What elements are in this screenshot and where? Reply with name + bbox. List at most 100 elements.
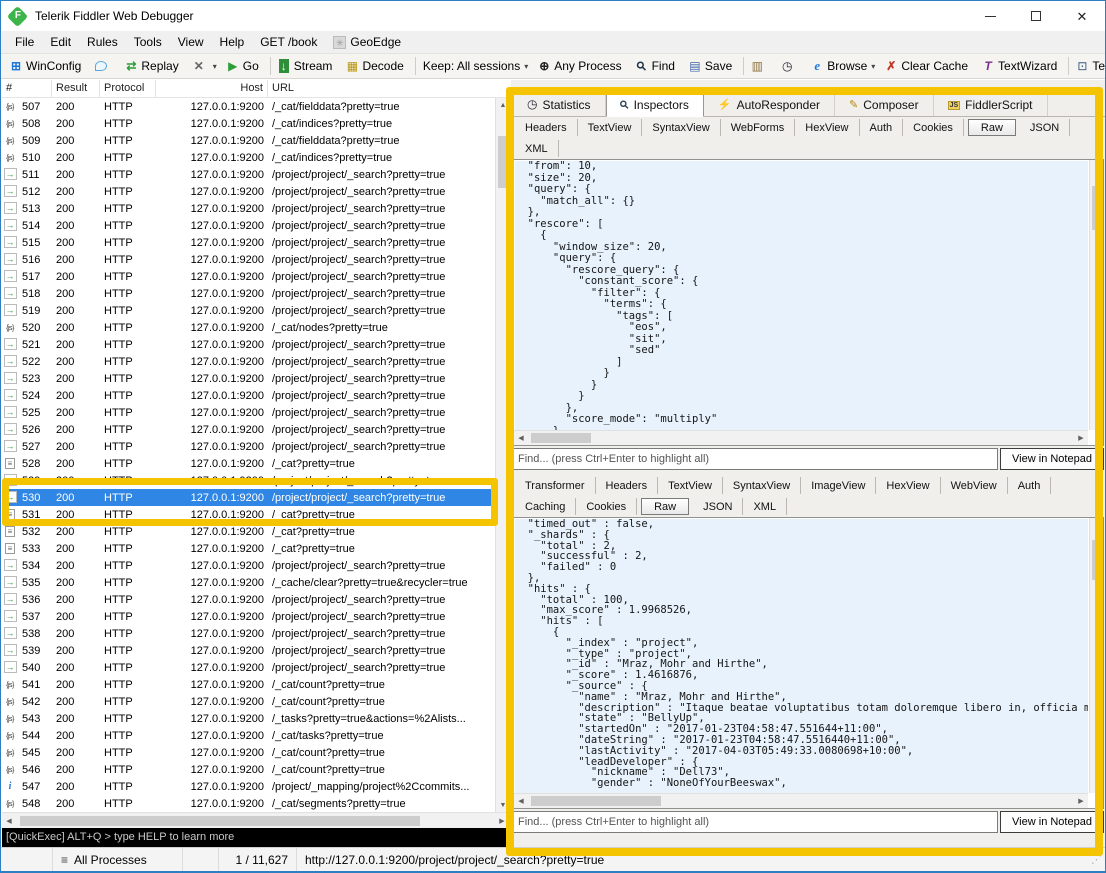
main-tab[interactable]: Inspectors (606, 93, 704, 117)
quickexec-bar[interactable]: [QuickExec] ALT+Q > type HELP to learn m… (2, 828, 509, 849)
response-vertical-scrollbar[interactable]: ▲ ▼ (1089, 518, 1103, 793)
request-inspector-tab[interactable]: Cookies (903, 119, 964, 136)
response-inspector-tab[interactable]: Headers (596, 477, 659, 494)
session-row[interactable]: 543 200 HTTP 127.0.0.1:9200 /_tasks?pret… (2, 710, 495, 727)
request-inspector-tab[interactable]: WebForms (721, 119, 796, 136)
scroll-up-arrow-icon[interactable]: ▲ (496, 98, 510, 112)
column-header-protocol[interactable]: Protocol (100, 80, 156, 97)
toolbar-button[interactable]: Decode (341, 57, 412, 75)
main-tab[interactable]: Composer (835, 94, 934, 116)
toolbar-button[interactable] (1068, 57, 1069, 75)
scrollbar-thumb[interactable] (531, 433, 591, 443)
response-inspector-tab[interactable]: WebView (941, 477, 1008, 494)
response-view-in-notepad-button[interactable]: View in Notepad (1000, 811, 1104, 833)
menu-item[interactable]: Edit (42, 32, 79, 52)
column-header-url[interactable]: URL (268, 80, 509, 97)
request-find-input[interactable] (513, 448, 998, 470)
session-row[interactable]: 526 200 HTTP 127.0.0.1:9200 /project/pro… (2, 421, 495, 438)
session-row[interactable]: 516 200 HTTP 127.0.0.1:9200 /project/pro… (2, 251, 495, 268)
main-tab[interactable]: Statistics (513, 94, 606, 116)
toolbar-button[interactable]: Find (631, 57, 684, 75)
response-inspector-tab[interactable]: Caching (515, 498, 576, 515)
session-row[interactable]: 518 200 HTTP 127.0.0.1:9200 /project/pro… (2, 285, 495, 302)
session-row[interactable]: 538 200 HTTP 127.0.0.1:9200 /project/pro… (2, 625, 495, 642)
request-inspector-tab[interactable]: Auth (860, 119, 904, 136)
toolbar-button[interactable] (415, 57, 416, 75)
session-row[interactable]: 513 200 HTTP 127.0.0.1:9200 /project/pro… (2, 200, 495, 217)
session-row[interactable]: 509 200 HTTP 127.0.0.1:9200 /_cat/fieldd… (2, 132, 495, 149)
menu-item[interactable]: View (170, 32, 212, 52)
toolbar-button[interactable]: Clear Cache (880, 57, 977, 75)
session-row[interactable]: 535 200 HTTP 127.0.0.1:9200 /_cache/clea… (2, 574, 495, 591)
scroll-left-arrow-icon[interactable]: ◀ (514, 431, 528, 445)
maximize-button[interactable] (1013, 1, 1059, 31)
session-row[interactable]: 533 200 HTTP 127.0.0.1:9200 /_cat?pretty… (2, 540, 495, 557)
toolbar-button[interactable]: WinConfig (5, 57, 90, 75)
session-row[interactable]: 536 200 HTTP 127.0.0.1:9200 /project/pro… (2, 591, 495, 608)
session-row[interactable]: 530 200 HTTP 127.0.0.1:9200 /project/pro… (2, 489, 495, 506)
session-row[interactable]: 548 200 HTTP 127.0.0.1:9200 /_cat/segmen… (2, 795, 495, 812)
session-row[interactable]: 546 200 HTTP 127.0.0.1:9200 /_cat/count?… (2, 761, 495, 778)
session-row[interactable]: 510 200 HTTP 127.0.0.1:9200 /_cat/indice… (2, 149, 495, 166)
request-horizontal-scrollbar[interactable]: ◀ ▶ (514, 430, 1088, 445)
menu-item[interactable]: Help (212, 32, 253, 52)
toolbar-button[interactable]: Tearoff (1071, 57, 1106, 75)
toolbar-button[interactable] (270, 57, 271, 75)
toolbar-button[interactable] (743, 57, 744, 75)
main-tab[interactable]: AutoResponder (704, 94, 835, 116)
menu-item[interactable]: Rules (79, 32, 126, 52)
main-tab[interactable]: FiddlerScript (934, 94, 1048, 116)
toolbar-button[interactable]: Replay (120, 57, 187, 75)
session-row[interactable]: 532 200 HTTP 127.0.0.1:9200 /_cat?pretty… (2, 523, 495, 540)
resize-grip[interactable]: ⋰ (1091, 853, 1105, 866)
background-tab[interactable]: Log (575, 81, 608, 93)
session-row[interactable]: 508 200 HTTP 127.0.0.1:9200 /_cat/indice… (2, 115, 495, 132)
request-inspector-tab[interactable]: JSON (1020, 119, 1070, 136)
response-horizontal-scrollbar[interactable]: ◀ ▶ (514, 793, 1088, 808)
toolbar-button[interactable]: TextWizard (977, 57, 1066, 75)
scrollbar-thumb[interactable] (1092, 540, 1102, 580)
session-row[interactable]: 531 200 HTTP 127.0.0.1:9200 /_cat?pretty… (2, 506, 495, 523)
toolbar-button[interactable]: Go (222, 57, 268, 75)
session-row[interactable]: 529 200 HTTP 127.0.0.1:9200 /project/pro… (2, 472, 495, 489)
close-button[interactable]: ✕ (1059, 1, 1105, 31)
session-row[interactable]: 527 200 HTTP 127.0.0.1:9200 /project/pro… (2, 438, 495, 455)
response-inspector-tab[interactable]: HexView (876, 477, 940, 494)
menu-item[interactable]: GeoEdge (325, 32, 409, 52)
background-tab[interactable]: APITest (997, 81, 1048, 93)
column-header-result[interactable]: Result (52, 80, 100, 97)
session-row[interactable]: 519 200 HTTP 127.0.0.1:9200 /project/pro… (2, 302, 495, 319)
session-row[interactable]: 539 200 HTTP 127.0.0.1:9200 /project/pro… (2, 642, 495, 659)
request-inspector-tab[interactable]: XML (515, 140, 559, 157)
response-inspector-tab[interactable]: TextView (658, 477, 723, 494)
toolbar-button[interactable]: Any Process (533, 57, 630, 75)
toolbar-button[interactable]: ▾ (188, 58, 222, 74)
session-list-vertical-scrollbar[interactable]: ▲ ▼ (495, 98, 509, 812)
scroll-left-arrow-icon[interactable]: ◀ (2, 814, 16, 828)
toolbar-button[interactable]: Stream (273, 57, 342, 75)
scrollbar-thumb[interactable] (531, 796, 661, 806)
session-row[interactable]: 534 200 HTTP 127.0.0.1:9200 /project/pro… (2, 557, 495, 574)
response-inspector-tab[interactable]: ImageView (801, 477, 876, 494)
response-inspector-tab[interactable]: Raw (641, 498, 689, 515)
background-tab[interactable]: Timeline (833, 81, 889, 93)
menu-item[interactable]: File (7, 32, 42, 52)
session-row[interactable]: 544 200 HTTP 127.0.0.1:9200 /_cat/tasks?… (2, 727, 495, 744)
session-row[interactable]: 528 200 HTTP 127.0.0.1:9200 /_cat?pretty… (2, 455, 495, 472)
session-row[interactable]: 541 200 HTTP 127.0.0.1:9200 /_cat/count?… (2, 676, 495, 693)
session-row[interactable]: 545 200 HTTP 127.0.0.1:9200 /_cat/count?… (2, 744, 495, 761)
response-inspector-tab[interactable]: Cookies (576, 498, 637, 515)
response-inspector-tab[interactable]: JSON (693, 498, 743, 515)
request-inspector-tab[interactable]: TextView (578, 119, 643, 136)
scroll-down-arrow-icon[interactable]: ▼ (1090, 416, 1104, 430)
column-header-host[interactable]: Host (156, 80, 268, 97)
toolbar-button[interactable]: Save (684, 57, 741, 75)
session-row[interactable]: 537 200 HTTP 127.0.0.1:9200 /project/pro… (2, 608, 495, 625)
request-vertical-scrollbar[interactable]: ▲ ▼ (1089, 160, 1103, 430)
request-inspector-tab[interactable]: HexView (795, 119, 859, 136)
menu-item[interactable]: Tools (126, 32, 170, 52)
session-row[interactable]: 547 200 HTTP 127.0.0.1:9200 /project/_ma… (2, 778, 495, 795)
scroll-right-arrow-icon[interactable]: ▶ (1074, 431, 1088, 445)
response-inspector-tab[interactable]: Transformer (515, 477, 596, 494)
session-row[interactable]: 525 200 HTTP 127.0.0.1:9200 /project/pro… (2, 404, 495, 421)
